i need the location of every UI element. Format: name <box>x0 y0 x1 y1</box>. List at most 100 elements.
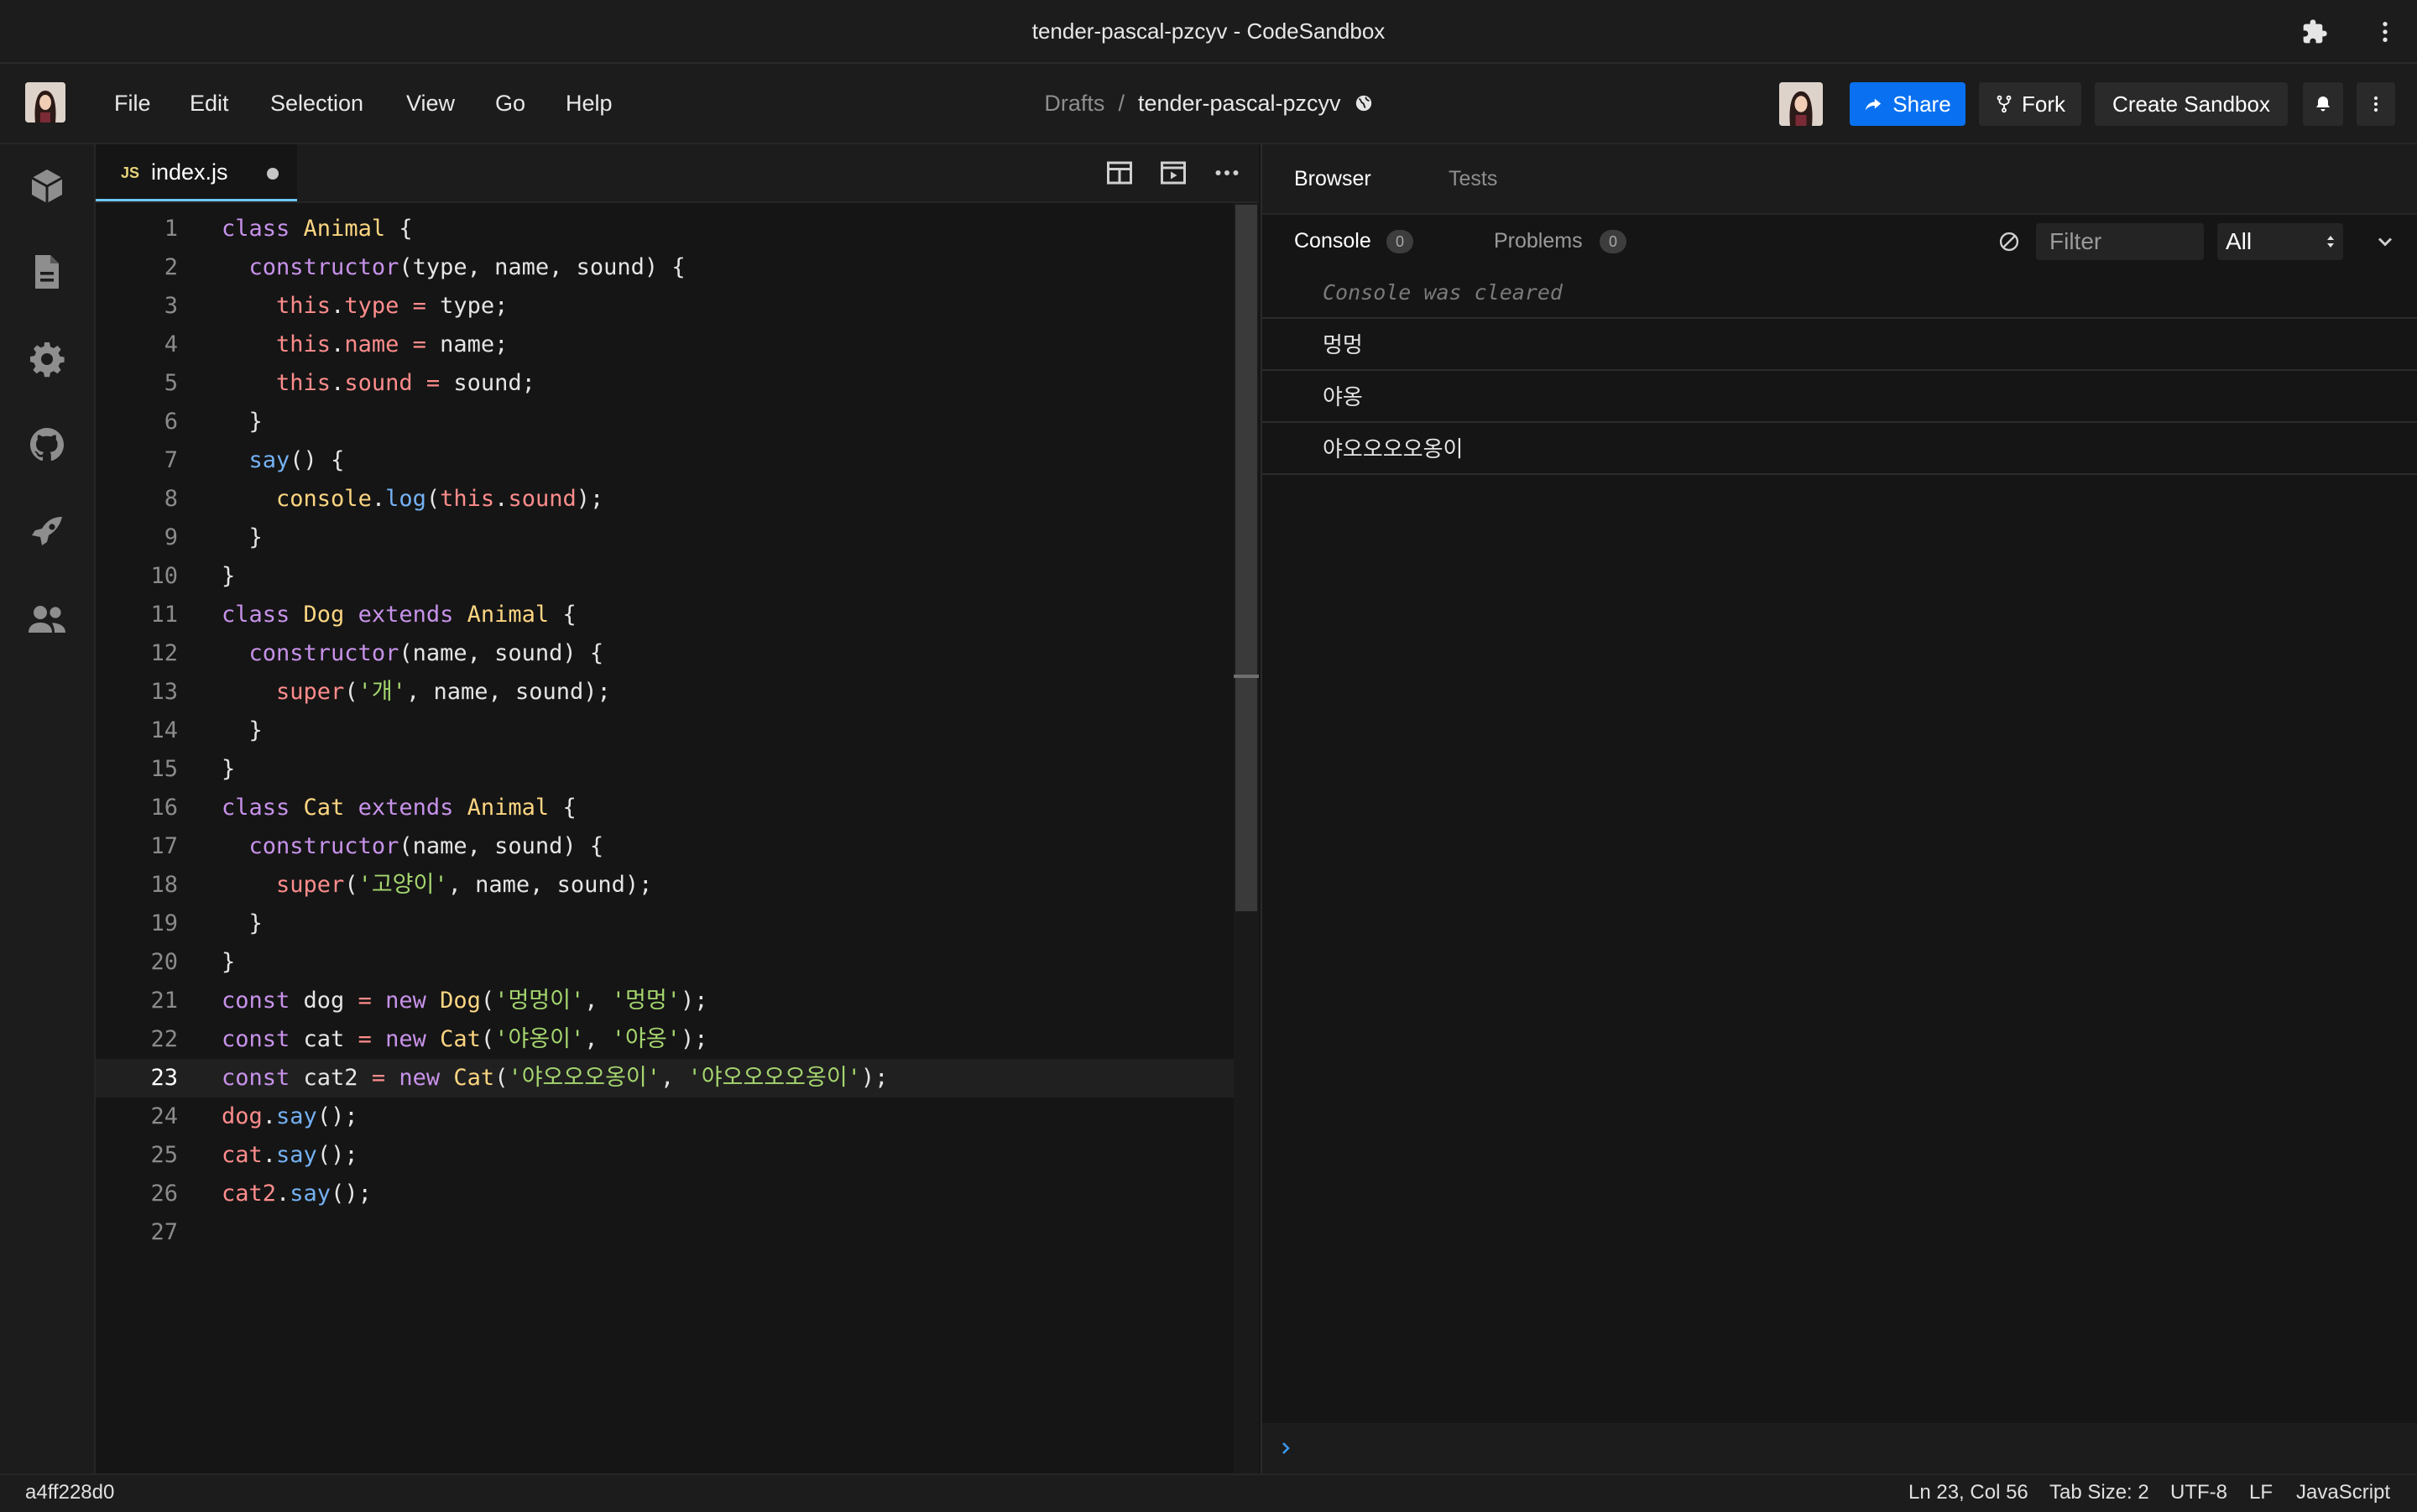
code-line[interactable]: 1 class Animal { <box>96 210 1259 248</box>
code-line[interactable]: 11 class Dog extends Animal { <box>96 596 1259 634</box>
line-number: 23 <box>150 1065 178 1091</box>
user-avatar[interactable] <box>1779 82 1823 126</box>
line-number: 24 <box>150 1103 178 1129</box>
cursor-position[interactable]: Ln 23, Col 56 <box>1908 1475 2028 1510</box>
share-button[interactable]: Share <box>1850 82 1965 126</box>
code-line[interactable]: 24 dog.say(); <box>96 1098 1259 1136</box>
tab-browser[interactable]: Browser <box>1294 144 1371 213</box>
menu-go[interactable]: Go <box>495 64 525 143</box>
users-icon[interactable] <box>27 599 67 639</box>
code-line[interactable]: 19 } <box>96 905 1259 943</box>
code-line[interactable]: 17 constructor(name, sound) { <box>96 827 1259 866</box>
tab-index-js[interactable]: JS index.js <box>96 144 297 201</box>
chevron-down-icon[interactable] <box>2373 230 2397 253</box>
line-endings[interactable]: LF <box>2249 1475 2273 1510</box>
tab-console[interactable]: Console <box>1294 215 1371 267</box>
split-view-icon[interactable] <box>1104 158 1135 188</box>
code-text: say() { <box>248 447 345 473</box>
code-text: const cat = new Cat('야옹이', '야옹'); <box>222 1026 708 1052</box>
problems-count-badge: 0 <box>1600 230 1626 253</box>
menu-edit[interactable]: Edit <box>190 64 229 143</box>
menu-selection[interactable]: Selection <box>270 64 363 143</box>
code-editor[interactable]: 1 class Animal {2 constructor(type, name,… <box>96 203 1259 1473</box>
fork-button[interactable]: Fork <box>1979 82 2081 126</box>
code-line[interactable]: 25 cat.say(); <box>96 1136 1259 1175</box>
code-line[interactable]: 5 this.sound = sound; <box>96 364 1259 403</box>
code-line[interactable]: 10} <box>96 557 1259 596</box>
github-icon[interactable] <box>27 425 67 465</box>
code-line[interactable]: 8 console.log(this.sound); <box>96 480 1259 519</box>
sandbox-name[interactable]: tender-pascal-pzcyv <box>1138 91 1341 117</box>
code-line[interactable]: 27 <box>96 1213 1259 1252</box>
tab-size[interactable]: Tab Size: 2 <box>2049 1475 2149 1510</box>
js-file-icon: JS <box>121 164 140 181</box>
code-text: const dog = new Dog('멍멍이', '멍멍'); <box>222 988 708 1014</box>
menu-help[interactable]: Help <box>566 64 613 143</box>
create-sandbox-label: Create Sandbox <box>2112 91 2270 117</box>
line-number: 19 <box>150 910 178 936</box>
clear-icon[interactable] <box>1997 230 2021 253</box>
code-line[interactable]: 13 super('개', name, sound); <box>96 673 1259 712</box>
editor-tab-bar: JS index.js <box>96 144 1259 203</box>
avatar[interactable] <box>25 82 65 123</box>
code-line[interactable]: 12 constructor(name, sound) { <box>96 634 1259 673</box>
preview-icon[interactable] <box>1158 158 1188 188</box>
code-text: constructor(type, name, sound) { <box>248 254 686 280</box>
kebab-icon[interactable] <box>2372 18 2399 45</box>
breadcrumb-drafts[interactable]: Drafts <box>1044 91 1104 117</box>
language-mode[interactable]: JavaScript <box>2296 1475 2390 1510</box>
line-number: 9 <box>164 524 178 550</box>
prompt-chevron-icon <box>1282 1442 1290 1454</box>
tab-tests[interactable]: Tests <box>1449 144 1497 213</box>
line-number: 25 <box>150 1142 178 1168</box>
tab-problems[interactable]: Problems <box>1494 215 1583 267</box>
file-icon[interactable] <box>27 252 67 292</box>
editor-scroll-thumb[interactable] <box>1235 205 1257 911</box>
code-text: cat2.say(); <box>222 1181 372 1207</box>
notifications-button[interactable] <box>2303 82 2343 126</box>
code-line[interactable]: 14 } <box>96 712 1259 750</box>
code-text: class Cat extends Animal { <box>222 795 577 821</box>
code-line[interactable]: 9 } <box>96 519 1259 557</box>
bell-icon <box>2316 96 2330 112</box>
puzzle-icon[interactable] <box>2301 18 2328 45</box>
code-line[interactable]: 21 const dog = new Dog('멍멍이', '멍멍'); <box>96 982 1259 1020</box>
code-line[interactable]: 4 this.name = name; <box>96 326 1259 364</box>
code-line[interactable]: 16 class Cat extends Animal { <box>96 789 1259 827</box>
share-arrow-icon <box>1866 98 1882 111</box>
share-label: Share <box>1892 91 1951 117</box>
code-line[interactable]: 23 const cat2 = new Cat('야오오오옹이', '야오오오오옹… <box>96 1059 1259 1098</box>
console-input[interactable] <box>1262 1423 2417 1473</box>
menu-bar: File Edit Selection View Go Help Drafts … <box>0 64 2417 144</box>
menu-file[interactable]: File <box>114 64 151 143</box>
code-line[interactable]: 18 super('고양이', name, sound); <box>96 866 1259 905</box>
code-text: } <box>222 910 263 936</box>
code-line[interactable]: 7 say() { <box>96 441 1259 480</box>
code-line[interactable]: 2 constructor(type, name, sound) { <box>96 248 1259 287</box>
cursor-marker <box>1234 675 1259 678</box>
line-number: 22 <box>150 1026 178 1052</box>
code-line[interactable]: 22 const cat = new Cat('야옹이', '야옹'); <box>96 1020 1259 1059</box>
menu-view[interactable]: View <box>406 64 455 143</box>
kebab-icon <box>2374 96 2378 112</box>
cube-icon[interactable] <box>27 166 67 206</box>
code-text: cat.say(); <box>222 1142 358 1168</box>
unsaved-dot[interactable] <box>267 168 279 180</box>
line-number: 10 <box>150 563 178 589</box>
line-number: 7 <box>164 447 178 473</box>
gear-icon[interactable] <box>27 339 67 379</box>
line-number: 3 <box>164 293 178 319</box>
rocket-icon[interactable] <box>27 512 67 552</box>
code-text: constructor(name, sound) { <box>248 640 604 666</box>
encoding[interactable]: UTF-8 <box>2170 1475 2227 1510</box>
more-icon[interactable] <box>1212 158 1242 188</box>
filter-input[interactable] <box>2036 223 2204 260</box>
code-line[interactable]: 15} <box>96 750 1259 789</box>
log-level-select[interactable]: All <box>2217 223 2343 260</box>
more-options-button[interactable] <box>2357 82 2395 126</box>
code-line[interactable]: 26 cat2.say(); <box>96 1175 1259 1213</box>
code-line[interactable]: 20} <box>96 943 1259 982</box>
code-line[interactable]: 3 this.type = type; <box>96 287 1259 326</box>
create-sandbox-button[interactable]: Create Sandbox <box>2095 82 2288 126</box>
code-line[interactable]: 6 } <box>96 403 1259 441</box>
